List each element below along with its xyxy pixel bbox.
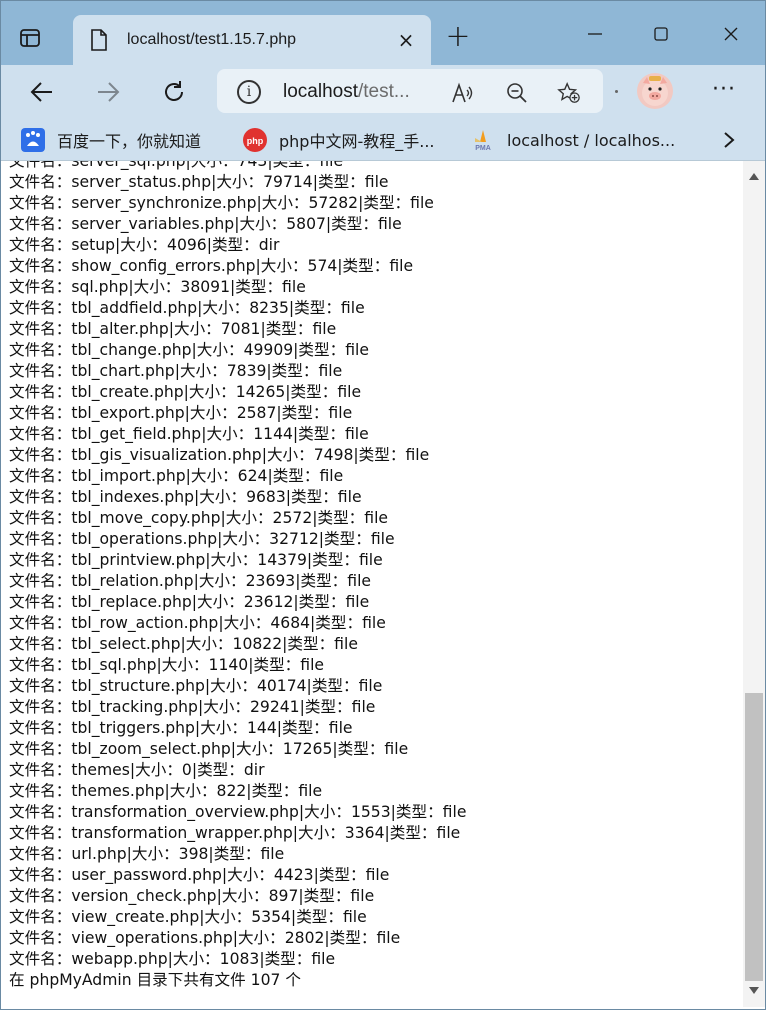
- navigation-toolbar: i localhost/test... ···: [1, 65, 765, 119]
- favorite-phpmyadmin[interactable]: PMA localhost / localhos...: [471, 127, 675, 153]
- phpmyadmin-icon: PMA: [471, 128, 495, 152]
- settings-menu-icon[interactable]: ···: [709, 77, 739, 107]
- back-arrow-icon[interactable]: [25, 75, 59, 109]
- file-entry-line: 文件名：view_operations.php|大小：2802|类型：file: [9, 929, 401, 947]
- zoom-out-icon[interactable]: [505, 81, 529, 105]
- window-close-icon[interactable]: [711, 19, 751, 49]
- forward-arrow-icon[interactable]: [91, 75, 125, 109]
- file-entry-line: 文件名：transformation_overview.php|大小：1553|…: [9, 803, 467, 821]
- file-entry-line: 文件名：tbl_indexes.php|大小：9683|类型：file: [9, 488, 362, 506]
- file-entry-line: 文件名：user_password.php|大小：4423|类型：file: [9, 866, 390, 884]
- file-entry-line: 文件名：themes|大小：0|类型：dir: [9, 761, 265, 779]
- file-entry-line: 文件名：tbl_move_copy.php|大小：2572|类型：file: [9, 509, 389, 527]
- file-entry-line: 文件名：tbl_alter.php|大小：7081|类型：file: [9, 320, 337, 338]
- favorites-bar: 百度一下，你就知道 php php中文网-教程_手... PMA localho…: [1, 119, 765, 161]
- tab-strip: localhost/test1.15.7.php × +: [1, 1, 765, 65]
- scroll-thumb[interactable]: [745, 693, 763, 981]
- file-entry-line: 文件名：tbl_sql.php|大小：1140|类型：file: [9, 656, 325, 674]
- page-content: 文件名：server_sql.php|大小：743|类型：file 文件名：ser…: [1, 161, 743, 1007]
- maximize-icon[interactable]: [641, 19, 681, 49]
- file-entry-line: 文件名：view_create.php|大小：5354|类型：file: [9, 908, 367, 926]
- file-entry-line: 文件名：show_config_errors.php|大小：574|类型：fil…: [9, 257, 414, 275]
- file-count-summary: 在 phpMyAdmin 目录下共有文件 107 个: [9, 971, 301, 989]
- url-host: localhost: [283, 81, 358, 102]
- site-info-icon[interactable]: i: [237, 80, 261, 104]
- url-text[interactable]: localhost/test...: [283, 79, 410, 105]
- profile-avatar[interactable]: [637, 73, 673, 109]
- baidu-icon: [21, 128, 45, 152]
- toolbar-separator: [615, 90, 618, 93]
- file-entry-line: 文件名：tbl_triggers.php|大小：144|类型：file: [9, 719, 353, 737]
- favorite-label: 百度一下，你就知道: [57, 132, 202, 151]
- favorite-baidu[interactable]: 百度一下，你就知道: [21, 127, 201, 153]
- file-entry-line: 文件名：tbl_import.php|大小：624|类型：file: [9, 467, 344, 485]
- favorite-php-cn[interactable]: php php中文网-教程_手...: [243, 127, 435, 153]
- file-entry-line: 文件名：tbl_addfield.php|大小：8235|类型：file: [9, 299, 365, 317]
- vertical-scrollbar[interactable]: [743, 161, 765, 1007]
- tab-title: localhost/test1.15.7.php: [127, 31, 297, 48]
- file-entry-line: 文件名：tbl_relation.php|大小：23693|类型：file: [9, 572, 371, 590]
- url-path: /test...: [358, 81, 410, 102]
- tab-active[interactable]: localhost/test1.15.7.php ×: [73, 15, 431, 65]
- file-entry-line: 文件名：tbl_create.php|大小：14265|类型：file: [9, 383, 362, 401]
- file-entry-line: 文件名：tbl_structure.php|大小：40174|类型：file: [9, 677, 383, 695]
- add-favorite-icon[interactable]: [557, 81, 581, 105]
- file-entry-line: 文件名：url.php|大小：398|类型：file: [9, 845, 285, 863]
- file-entry-line: 文件名：tbl_select.php|大小：10822|类型：file: [9, 635, 358, 653]
- php-icon: php: [243, 128, 267, 152]
- file-entry-line: 文件名：tbl_replace.php|大小：23612|类型：file: [9, 593, 370, 611]
- favorite-label: php中文网-教程_手...: [279, 132, 435, 151]
- file-list: 文件名：server_sql.php|大小：743|类型：file 文件名：ser…: [9, 161, 466, 991]
- svg-text:php: php: [247, 136, 264, 146]
- file-entry-line: 文件名：server_status.php|大小：79714|类型：file: [9, 173, 389, 191]
- file-entry-line: 文件名：setup|大小：4096|类型：dir: [9, 236, 280, 254]
- file-entry-line: 文件名：themes.php|大小：822|类型：file: [9, 782, 323, 800]
- tab-close-icon[interactable]: ×: [395, 29, 417, 51]
- file-entry-line: 文件名：tbl_printview.php|大小：14379|类型：file: [9, 551, 383, 569]
- file-entry-line: 文件名：webapp.php|大小：1083|类型：file: [9, 950, 336, 968]
- file-entry-line: 文件名：tbl_export.php|大小：2587|类型：file: [9, 404, 353, 422]
- file-entry-line: 文件名：server_synchronize.php|大小：57282|类型：f…: [9, 194, 434, 212]
- file-entry-line: 文件名：version_check.php|大小：897|类型：file: [9, 887, 375, 905]
- file-entry-line: 文件名：tbl_chart.php|大小：7839|类型：file: [9, 362, 343, 380]
- reload-icon[interactable]: [157, 75, 191, 109]
- file-entry-line: 文件名：tbl_operations.php|大小：32712|类型：file: [9, 530, 395, 548]
- file-entry-line: 文件名：transformation_wrapper.php|大小：3364|类…: [9, 824, 461, 842]
- file-entry-line: 文件名：tbl_change.php|大小：49909|类型：file: [9, 341, 369, 359]
- scroll-down-arrow-icon[interactable]: [749, 987, 759, 994]
- file-entry-line: 文件名：server_sql.php|大小：743|类型：file: [9, 161, 344, 170]
- new-tab-button[interactable]: +: [443, 22, 473, 53]
- file-entry-line: 文件名：tbl_row_action.php|大小：4684|类型：file: [9, 614, 386, 632]
- scroll-up-arrow-icon[interactable]: [749, 173, 759, 180]
- chevron-right-icon[interactable]: [717, 127, 741, 153]
- read-aloud-icon[interactable]: [451, 81, 475, 105]
- svg-text:PMA: PMA: [475, 145, 491, 152]
- favorite-label: localhost / localhos...: [507, 130, 676, 150]
- file-entry-line: 文件名：tbl_get_field.php|大小：1144|类型：file: [9, 425, 369, 443]
- minimize-icon[interactable]: [575, 19, 615, 49]
- browser-window: localhost/test1.15.7.php × + i localhost…: [0, 0, 766, 1010]
- address-bar[interactable]: i localhost/test...: [217, 69, 603, 113]
- file-entry-line: 文件名：tbl_gis_visualization.php|大小：7498|类型…: [9, 446, 430, 464]
- file-entry-line: 文件名：tbl_tracking.php|大小：29241|类型：file: [9, 698, 376, 716]
- file-entry-line: 文件名：sql.php|大小：38091|类型：file: [9, 278, 306, 296]
- document-icon: [91, 29, 107, 51]
- file-entry-line: 文件名：tbl_zoom_select.php|大小：17265|类型：file: [9, 740, 409, 758]
- tab-actions-icon[interactable]: [15, 23, 45, 53]
- file-entry-line: 文件名：server_variables.php|大小：5807|类型：file: [9, 215, 402, 233]
